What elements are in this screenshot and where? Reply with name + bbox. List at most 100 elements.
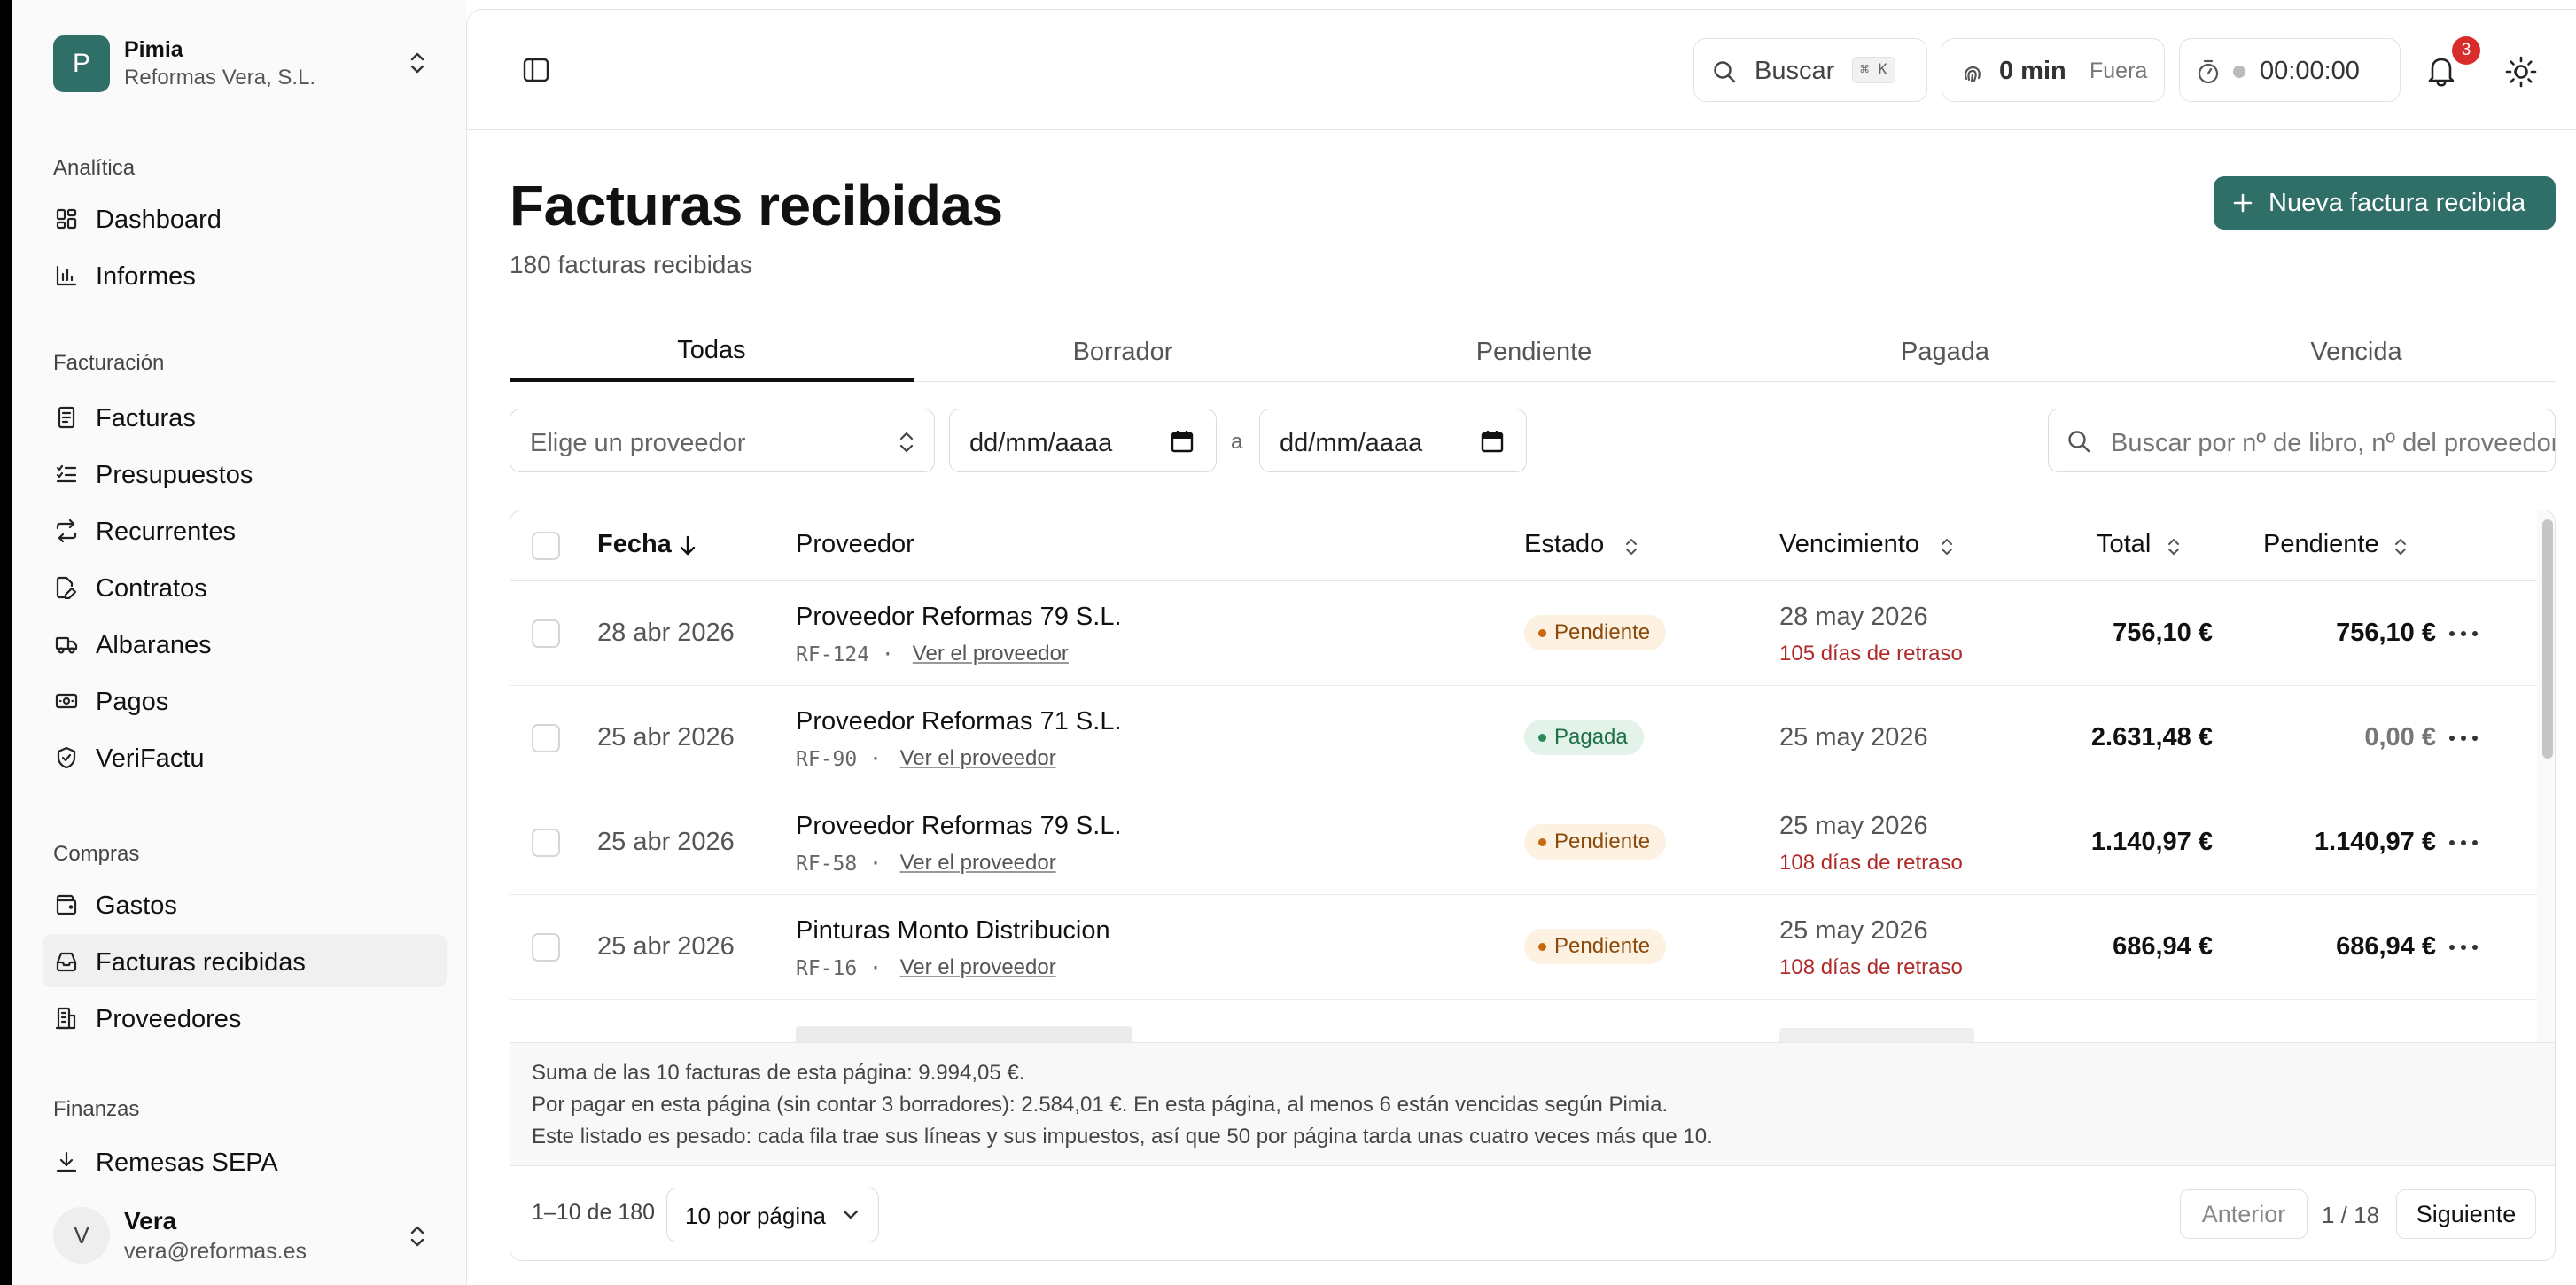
cell-ref: RF-124 · (796, 643, 894, 666)
cell-ref: RF-16 · (796, 957, 882, 980)
sidebar-item-label: Remesas SEPA (96, 1149, 278, 1177)
row-checkbox[interactable] (532, 619, 560, 648)
table-header: Fecha Proveedor Estado Vencimiento Total (510, 510, 2537, 581)
fingerprint-icon (1965, 66, 1981, 83)
view-provider-link[interactable]: Ver el proveedor (900, 746, 1056, 771)
sidebar-item-facturas[interactable]: Facturas (43, 390, 447, 443)
status-dot (1538, 838, 1546, 846)
row-actions-button[interactable] (2446, 625, 2481, 642)
summary-line: Este listado es pesado: cada fila trae s… (532, 1125, 1713, 1149)
status-dot (1538, 943, 1546, 951)
search-icon (2068, 431, 2090, 453)
column-total[interactable]: Total (2097, 530, 2151, 559)
cell-proveedor[interactable]: Pinturas Monto Distribucion (796, 916, 1110, 946)
org-company: Reformas Vera, S.L. (124, 66, 316, 90)
date-from-input[interactable]: dd/mm/aaaa (949, 409, 1217, 472)
table-row[interactable]: 25 abr 2026 Proveedor Reformas 71 S.L. RF-… (510, 686, 2537, 790)
sort-icon[interactable] (1623, 535, 1639, 558)
prev-page-button[interactable]: Anterior (2180, 1189, 2308, 1239)
table-row[interactable]: 28 abr 2026 Proveedor Reformas 79 S.L. RF-… (510, 581, 2537, 686)
table-scrollbar[interactable] (2537, 510, 2555, 1042)
table-row[interactable]: 25 abr 2026 Proveedor Reformas 79 S.L. RF-… (510, 790, 2537, 895)
sidebar-item-presupuestos[interactable]: Presupuestos (43, 447, 447, 500)
row-checkbox[interactable] (532, 829, 560, 857)
row-checkbox[interactable] (532, 933, 560, 962)
row-actions-button[interactable] (2446, 834, 2481, 852)
view-provider-link[interactable]: Ver el proveedor (900, 851, 1056, 876)
sidebar-item-recurrentes[interactable]: Recurrentes (43, 503, 447, 557)
arrow-down-icon[interactable] (677, 533, 698, 558)
overdue-label: 105 días de retraso (1779, 642, 1963, 666)
tab-borrador[interactable]: Borrador (921, 322, 1325, 382)
cell-proveedor[interactable]: Proveedor Reformas 79 S.L. (796, 603, 1122, 632)
sidebar-item-dashboard[interactable]: Dashboard (43, 191, 447, 245)
next-page-button[interactable]: Siguiente (2396, 1189, 2536, 1239)
timer-button[interactable]: 00:00:00 (2179, 38, 2401, 102)
sort-icon[interactable] (2166, 535, 2182, 558)
row-actions-button[interactable] (2446, 729, 2481, 747)
sidebar-item-remesas-sepa[interactable]: Remesas SEPA (43, 1134, 447, 1188)
column-estado[interactable]: Estado (1524, 530, 1604, 559)
chevrons-up-down-icon (899, 432, 914, 453)
column-vencimiento[interactable]: Vencimiento (1779, 530, 1919, 559)
row-actions-button[interactable] (2446, 938, 2481, 956)
sidebar-item-informes[interactable]: Informes (43, 248, 447, 301)
sidebar-item-albaranes[interactable]: Albaranes (43, 617, 447, 670)
page-summary: Suma de las 10 facturas de esta página: … (510, 1042, 2555, 1166)
sidebar-item-pagos[interactable]: Pagos (43, 674, 447, 727)
cell-ref: RF-58 · (796, 853, 882, 876)
tab-pendiente[interactable]: Pendiente (1332, 322, 1736, 382)
tab-pagada[interactable]: Pagada (1743, 322, 2147, 382)
column-fecha[interactable]: Fecha (597, 530, 672, 559)
tab-todas[interactable]: Todas (510, 322, 914, 382)
cell-proveedor[interactable]: Proveedor Reformas 79 S.L. (796, 812, 1122, 841)
sidebar-item-proveedores[interactable]: Proveedores (43, 991, 447, 1044)
sidebar-item-label: Presupuestos (96, 461, 253, 489)
sort-icon[interactable] (2393, 535, 2409, 558)
invoices-table: Fecha Proveedor Estado Vencimiento Total (510, 510, 2556, 1261)
sun-icon[interactable] (2505, 56, 2537, 88)
cell-total: 756,10 € (2113, 619, 2213, 647)
date-to-input[interactable]: dd/mm/aaaa (1259, 409, 1527, 472)
calendar-icon[interactable] (1170, 429, 1195, 454)
invoice-search-input[interactable]: Buscar por nº de libro, nº del proveedor (2048, 409, 2556, 472)
sidebar-item-label: Recurrentes (96, 518, 236, 546)
sidebar-item-facturas-recibidas[interactable]: Facturas recibidas (43, 934, 447, 987)
tab-vencida[interactable]: Vencida (2154, 322, 2558, 382)
pagination: 1–10 de 180 10 por página Anterior 1 / 1… (510, 1166, 2555, 1260)
row-checkbox[interactable] (532, 724, 560, 752)
status-label: Pendiente (1554, 934, 1651, 958)
chevrons-up-down-icon (410, 52, 424, 74)
sidebar-section-label: Facturación (53, 351, 165, 375)
table-scrollbar-thumb[interactable] (2542, 519, 2553, 759)
stopwatch-icon (2198, 59, 2219, 84)
select-all-checkbox[interactable] (532, 532, 560, 560)
view-provider-link[interactable]: Ver el proveedor (900, 955, 1056, 980)
cell-proveedor[interactable]: Proveedor Reformas 71 S.L. (796, 707, 1122, 736)
date-range-separator: a (1231, 430, 1243, 454)
view-provider-link[interactable]: Ver el proveedor (913, 642, 1069, 666)
sidebar-item-verifactu[interactable]: VeriFactu (43, 730, 447, 783)
sort-icon[interactable] (1939, 535, 1955, 558)
user-menu[interactable]: V Vera vera@reformas.es (53, 1205, 443, 1267)
sidebar-toggle-icon[interactable] (522, 56, 550, 84)
time-tracking-button[interactable]: 0 min Fuera (1942, 38, 2165, 102)
document-icon (58, 406, 75, 429)
file-pen-icon (56, 576, 77, 599)
sidebar-item-gastos[interactable]: Gastos (43, 877, 447, 931)
per-page-value: 10 por página (685, 1203, 827, 1229)
per-page-select[interactable]: 10 por página (666, 1188, 879, 1242)
sidebar-item-contratos[interactable]: Contratos (43, 560, 447, 613)
calendar-icon[interactable] (1480, 429, 1505, 454)
cell-ref: RF-90 · (796, 748, 882, 771)
new-received-invoice-button[interactable]: Nueva factura recibida (2214, 176, 2556, 230)
provider-select[interactable]: Elige un proveedor (510, 409, 935, 472)
org-switcher[interactable]: P Pimia Reformas Vera, S.L. (53, 35, 443, 94)
sidebar-item-label: Gastos (96, 892, 177, 920)
overdue-label: 108 días de retraso (1779, 955, 1963, 979)
table-row[interactable]: 25 abr 2026 Pinturas Monto Distribucion RF… (510, 895, 2537, 1000)
global-search-button[interactable]: Buscar ⌘ K (1693, 38, 1927, 102)
column-pendiente[interactable]: Pendiente (2263, 530, 2379, 559)
org-avatar: P (53, 35, 110, 92)
bell-icon[interactable] (2425, 54, 2457, 88)
